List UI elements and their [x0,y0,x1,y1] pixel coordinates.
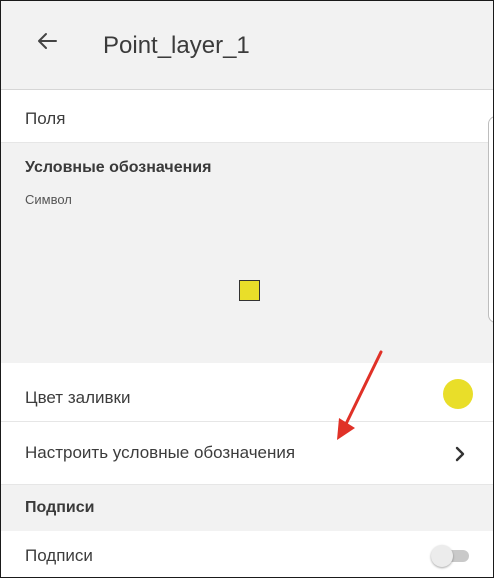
legend-heading: Условные обозначения [25,159,212,176]
legend-section: Условные обозначения Символ [1,143,493,363]
scroll-edge [488,116,493,323]
symbol-label: Символ [25,192,72,207]
fill-color-picker[interactable] [443,379,473,409]
captions-toggle[interactable] [431,545,471,567]
annotation-arrow [337,350,383,440]
captions-section-header: Подписи [1,485,493,531]
arrow-left-icon[interactable] [35,29,59,53]
fields-item[interactable]: Поля [1,92,493,143]
fields-label: Поля [25,109,66,128]
toggle-knob [431,545,453,567]
captions-heading: Подписи [25,499,95,516]
fill-color-item[interactable]: Цвет заливки [1,365,493,422]
configure-legend-label: Настроить условные обозначения [25,443,296,462]
page-title: Point_layer_1 [103,32,250,59]
captions-label: Подписи [25,546,93,565]
layer-properties-screen: Point_layer_1 Поля Условные обозначения … [0,0,494,578]
chevron-right-icon [455,446,465,462]
fill-color-label: Цвет заливки [25,388,131,407]
configure-legend-item[interactable]: Настроить условные обозначения [1,422,493,485]
captions-item[interactable]: Подписи [1,531,493,577]
symbol-swatch [239,280,260,301]
app-bar: Point_layer_1 [1,1,493,90]
